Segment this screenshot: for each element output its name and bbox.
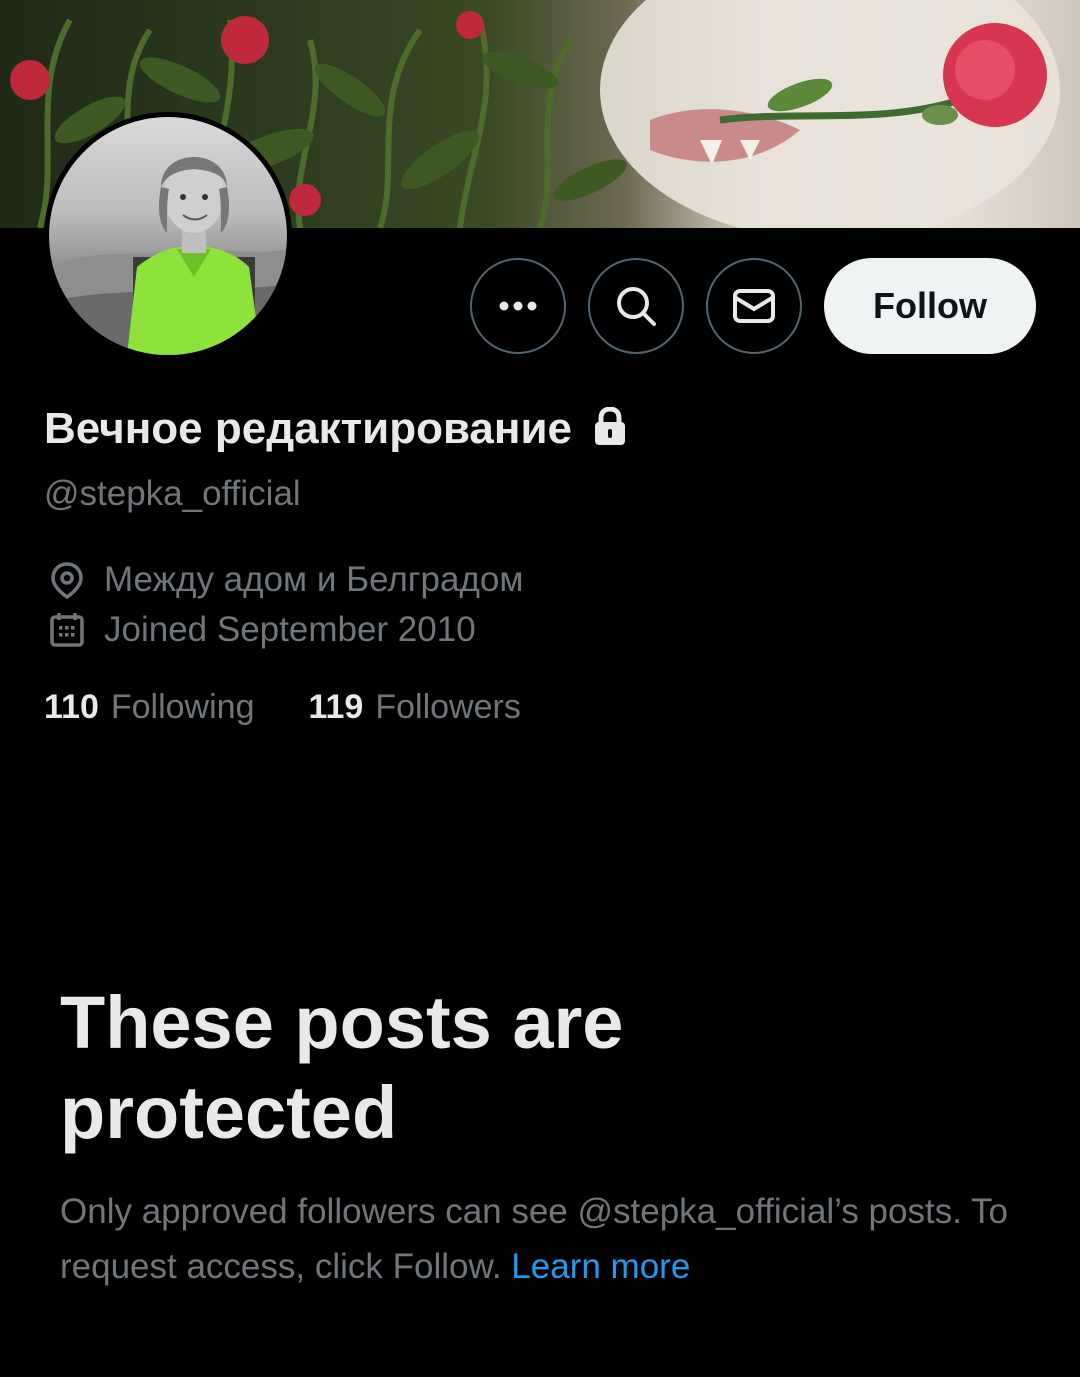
- learn-more-link[interactable]: Learn more: [511, 1247, 690, 1286]
- search-icon: [617, 287, 656, 326]
- followers-label: Followers: [375, 688, 521, 726]
- avatar-image: [49, 117, 287, 355]
- profile-page: Follow Вечное редактирование @stepka_off…: [0, 0, 1080, 1377]
- following-link[interactable]: 110 Following: [44, 688, 254, 727]
- message-button[interactable]: [706, 258, 802, 354]
- location-row: Между адом и Белградом: [48, 560, 523, 600]
- search-button[interactable]: [588, 258, 684, 354]
- profile-location: Между адом и Белградом: [104, 560, 524, 599]
- protected-title: These posts are protected: [60, 981, 624, 1154]
- calendar-icon: [50, 613, 84, 647]
- profile-handle: @stepka_official: [44, 474, 301, 513]
- profile-avatar[interactable]: [44, 112, 292, 360]
- joined-row: Joined September 2010: [48, 610, 476, 650]
- more-icon: [499, 301, 537, 311]
- followers-count: 119: [308, 688, 364, 726]
- following-label: Following: [110, 688, 255, 726]
- location-pin-icon: [51, 562, 83, 599]
- follow-button[interactable]: Follow: [824, 258, 1036, 354]
- more-button[interactable]: [470, 258, 566, 354]
- profile-joined: Joined September 2010: [104, 610, 476, 649]
- display-name: Вечное редактирование: [44, 404, 572, 453]
- following-count: 110: [44, 688, 99, 726]
- follow-stats: 110 Following 119 Followers: [44, 688, 575, 727]
- protected-message: Only approved followers can see @stepka_…: [60, 1184, 1020, 1294]
- mail-icon: [733, 289, 775, 323]
- lock-icon: [592, 405, 628, 452]
- profile-name-row: Вечное редактирование: [44, 404, 628, 454]
- followers-link[interactable]: 119 Followers: [308, 688, 520, 727]
